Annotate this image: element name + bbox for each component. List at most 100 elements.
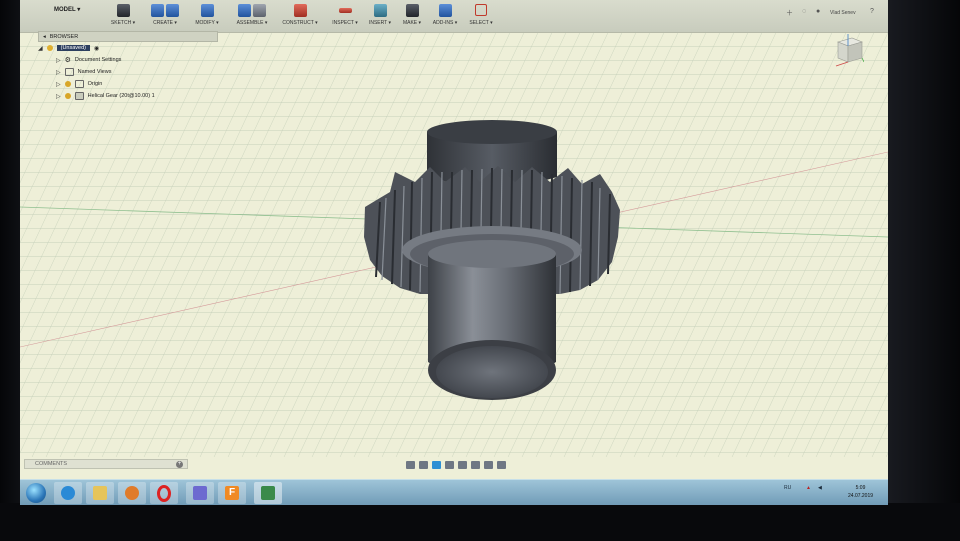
add-comment-icon[interactable]: + bbox=[176, 461, 183, 468]
inspect-menu[interactable]: INSPECT ▾ bbox=[328, 0, 362, 32]
construct-menu[interactable]: CONSTRUCT ▾ bbox=[280, 0, 320, 32]
activate-radio-icon[interactable]: ◉ bbox=[94, 45, 99, 52]
make-menu[interactable]: MAKE ▾ bbox=[398, 0, 426, 32]
modify-label: MODIFY ▾ bbox=[195, 20, 219, 26]
taskbar-ie[interactable] bbox=[54, 482, 82, 504]
tray-language[interactable]: RU bbox=[784, 485, 791, 491]
active-app-icon bbox=[261, 486, 275, 500]
lightbulb-icon[interactable] bbox=[46, 45, 53, 51]
3d-print-icon bbox=[405, 3, 419, 17]
expand-arrow-icon[interactable]: ▷ bbox=[56, 81, 61, 88]
component-icon bbox=[238, 3, 251, 17]
sketch-icon bbox=[116, 3, 130, 17]
system-clock[interactable]: 5:09 24.07.2019 bbox=[848, 484, 873, 500]
lightbulb-icon[interactable] bbox=[64, 93, 71, 99]
comments-label: COMMENTS bbox=[35, 461, 68, 467]
select-icon bbox=[475, 4, 487, 16]
expand-arrow-icon[interactable]: ▷ bbox=[56, 57, 61, 64]
folder-icon bbox=[74, 80, 84, 88]
component-icon bbox=[74, 92, 84, 100]
create-menu[interactable]: CREATE ▾ bbox=[145, 0, 185, 32]
tree-item-document-settings[interactable]: ▷ ⚙ Document Settings bbox=[38, 54, 218, 66]
start-button[interactable] bbox=[26, 483, 46, 503]
taskbar-opera[interactable] bbox=[150, 482, 178, 504]
tree-root[interactable]: ◢ (Unsaved) ◉ bbox=[38, 42, 218, 54]
expand-arrow-icon[interactable]: ▷ bbox=[56, 69, 61, 76]
make-label: MAKE ▾ bbox=[402, 20, 422, 26]
taskbar-explorer[interactable] bbox=[86, 482, 114, 504]
taskbar-fusion[interactable]: F bbox=[218, 482, 246, 504]
root-component-label: (Unsaved) bbox=[56, 45, 90, 51]
tree-item-label: Named Views bbox=[77, 69, 112, 75]
tree-item-label: Helical Gear (20t@10.00) 1 bbox=[87, 93, 155, 99]
viewcube[interactable] bbox=[834, 32, 864, 68]
zoom-icon[interactable] bbox=[445, 460, 454, 469]
collapse-icon[interactable]: ◂ bbox=[43, 34, 46, 40]
insert-image-icon bbox=[373, 3, 387, 17]
offset-plane-icon bbox=[293, 3, 307, 17]
look-at-icon[interactable] bbox=[419, 460, 428, 469]
tree-item-helical-gear[interactable]: ▷ Helical Gear (20t@10.00) 1 bbox=[38, 90, 218, 102]
app-icon bbox=[193, 486, 207, 500]
insert-label: INSERT ▾ bbox=[368, 20, 392, 26]
pan-icon[interactable] bbox=[432, 460, 441, 469]
monitor-bezel-bottom bbox=[0, 503, 960, 541]
inspect-label: INSPECT ▾ bbox=[332, 20, 358, 26]
sketch-label: SKETCH ▾ bbox=[110, 20, 136, 26]
clock-time: 5:09 bbox=[855, 485, 866, 491]
modify-menu[interactable]: MODIFY ▾ bbox=[192, 0, 222, 32]
taskbar-media-player[interactable] bbox=[118, 482, 146, 504]
job-status-icon[interactable]: ◌ bbox=[802, 8, 806, 15]
assemble-menu[interactable]: ASSEMBLE ▾ bbox=[230, 0, 274, 32]
volume-icon[interactable]: ◀ bbox=[818, 485, 822, 491]
select-label: SELECT ▾ bbox=[469, 20, 493, 26]
new-tab-icon[interactable]: ＋ bbox=[786, 8, 793, 18]
press-pull-icon bbox=[200, 3, 214, 17]
main-toolbar: MODEL ▾ SKETCH ▾ CREATE ▾ MODIFY ▾ ASSEM… bbox=[20, 0, 888, 33]
clock-date: 24.07.2019 bbox=[848, 493, 874, 499]
display-settings-icon[interactable] bbox=[471, 460, 480, 469]
internet-explorer-icon bbox=[61, 486, 75, 500]
comments-panel[interactable]: COMMENTS + bbox=[24, 459, 188, 469]
fusion360-icon: F bbox=[225, 486, 239, 500]
taskbar-app[interactable] bbox=[186, 482, 214, 504]
help-icon[interactable]: ? bbox=[870, 8, 874, 15]
tree-item-named-views[interactable]: ▷ Named Views bbox=[38, 66, 218, 78]
select-menu[interactable]: SELECT ▾ bbox=[466, 0, 496, 32]
scripts-icon bbox=[438, 3, 452, 17]
lightbulb-icon[interactable] bbox=[64, 81, 71, 87]
viewports-icon[interactable] bbox=[497, 460, 506, 469]
notifications-icon[interactable]: ● bbox=[816, 8, 820, 15]
browser-panel: ◂ BROWSER ◢ (Unsaved) ◉ ▷ ⚙ Document Set… bbox=[38, 31, 218, 102]
workspace-switcher[interactable]: MODEL ▾ bbox=[54, 6, 80, 13]
navigation-bar bbox=[406, 459, 530, 470]
grid-settings-icon[interactable] bbox=[484, 460, 493, 469]
tree-item-origin[interactable]: ▷ Origin bbox=[38, 78, 218, 90]
network-warning-icon[interactable]: ▲ bbox=[806, 485, 811, 491]
addins-menu[interactable]: ADD-INS ▾ bbox=[430, 0, 460, 32]
sketch-menu[interactable]: SKETCH ▾ bbox=[108, 0, 138, 32]
browser-header[interactable]: ◂ BROWSER bbox=[38, 31, 218, 42]
opera-icon bbox=[157, 484, 171, 502]
box-icon bbox=[166, 3, 179, 17]
joint-icon bbox=[253, 3, 266, 17]
fit-icon[interactable] bbox=[458, 460, 467, 469]
folder-icon bbox=[64, 68, 74, 76]
expand-arrow-icon[interactable]: ▷ bbox=[56, 93, 61, 100]
media-player-icon bbox=[125, 486, 139, 500]
extrude-icon bbox=[151, 3, 164, 17]
monitor-bezel-right bbox=[882, 0, 960, 541]
insert-menu[interactable]: INSERT ▾ bbox=[365, 0, 395, 32]
create-label: CREATE ▾ bbox=[153, 20, 177, 26]
fusion-window: MODEL ▾ SKETCH ▾ CREATE ▾ MODIFY ▾ ASSEM… bbox=[20, 0, 888, 505]
orbit-icon[interactable] bbox=[406, 460, 415, 469]
folder-icon bbox=[93, 486, 107, 500]
tree-item-label: Document Settings bbox=[74, 57, 122, 63]
user-name[interactable]: Vlad Senev bbox=[830, 10, 856, 16]
taskbar-active-window[interactable] bbox=[254, 482, 282, 504]
assemble-label: ASSEMBLE ▾ bbox=[236, 20, 268, 26]
construct-label: CONSTRUCT ▾ bbox=[282, 20, 318, 26]
measure-icon bbox=[338, 7, 352, 13]
expand-arrow-icon[interactable]: ◢ bbox=[38, 45, 43, 52]
windows-taskbar: F RU ▲ ◀ 5:09 24.07.2019 bbox=[20, 479, 888, 505]
